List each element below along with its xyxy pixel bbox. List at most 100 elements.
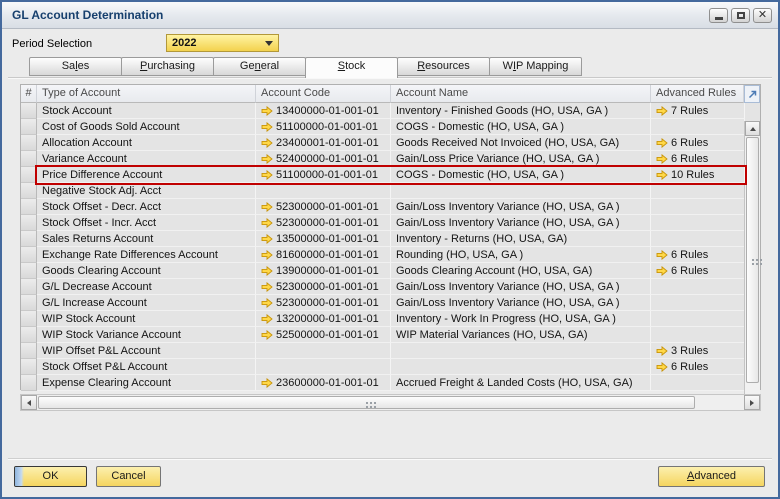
- link-arrow-icon[interactable]: [261, 282, 273, 292]
- account-code-cell[interactable]: 81600000-01-001-01: [256, 247, 391, 263]
- account-code-cell[interactable]: 13400000-01-001-01: [256, 103, 391, 119]
- link-arrow-icon[interactable]: [261, 298, 273, 308]
- link-arrow-icon[interactable]: [261, 266, 273, 276]
- vertical-scrollbar[interactable]: [744, 121, 760, 409]
- account-code-cell[interactable]: [256, 359, 391, 375]
- tab-purchasing[interactable]: Purchasing: [121, 57, 214, 76]
- account-code-cell[interactable]: 13200000-01-001-01: [256, 311, 391, 327]
- vertical-scrollbar-thumb[interactable]: [746, 137, 759, 383]
- link-arrow-icon[interactable]: [261, 154, 273, 164]
- advanced-rules-text: 6 Rules: [671, 153, 708, 165]
- advanced-rules-cell[interactable]: [651, 375, 745, 391]
- link-arrow-icon[interactable]: [656, 346, 668, 356]
- advanced-rules-cell[interactable]: 6 Rules: [651, 247, 745, 263]
- link-arrow-icon[interactable]: [656, 170, 668, 180]
- link-arrow-icon[interactable]: [656, 250, 668, 260]
- advanced-rules-cell[interactable]: 10 Rules: [651, 167, 745, 183]
- advanced-rules-cell[interactable]: 6 Rules: [651, 151, 745, 167]
- account-code-cell[interactable]: 52300000-01-001-01: [256, 295, 391, 311]
- advanced-rules-cell[interactable]: [651, 183, 745, 199]
- link-arrow-icon[interactable]: [656, 106, 668, 116]
- row-selector[interactable]: [21, 215, 37, 231]
- advanced-button[interactable]: Advanced: [658, 466, 765, 487]
- row-selector[interactable]: [21, 327, 37, 343]
- advanced-rules-cell[interactable]: [651, 119, 745, 135]
- account-code-cell[interactable]: [256, 183, 391, 199]
- advanced-rules-cell[interactable]: [651, 199, 745, 215]
- link-arrow-icon[interactable]: [261, 122, 273, 132]
- row-selector[interactable]: [21, 119, 37, 135]
- tab-general[interactable]: General: [213, 57, 306, 76]
- row-selector[interactable]: [21, 263, 37, 279]
- row-selector[interactable]: [21, 135, 37, 151]
- row-selector[interactable]: [21, 311, 37, 327]
- advanced-rules-cell[interactable]: 7 Rules: [651, 103, 745, 119]
- advanced-rules-cell[interactable]: [651, 215, 745, 231]
- account-code-cell[interactable]: [256, 343, 391, 359]
- row-selector[interactable]: [21, 151, 37, 167]
- link-arrow-icon[interactable]: [656, 138, 668, 148]
- expand-grid-button[interactable]: [744, 85, 760, 103]
- account-code-cell[interactable]: 51100000-01-001-01: [256, 119, 391, 135]
- advanced-rules-cell[interactable]: [651, 295, 745, 311]
- advanced-rules-cell[interactable]: [651, 231, 745, 247]
- period-selection-dropdown[interactable]: 2022: [166, 34, 279, 52]
- row-selector[interactable]: [21, 279, 37, 295]
- link-arrow-icon[interactable]: [261, 314, 273, 324]
- row-selector[interactable]: [21, 343, 37, 359]
- advanced-rules-cell[interactable]: 6 Rules: [651, 135, 745, 151]
- maximize-button[interactable]: [731, 8, 750, 23]
- advanced-rules-cell[interactable]: 6 Rules: [651, 263, 745, 279]
- account-code-cell[interactable]: 52300000-01-001-01: [256, 279, 391, 295]
- account-code-cell[interactable]: 52500000-01-001-01: [256, 327, 391, 343]
- link-arrow-icon[interactable]: [656, 266, 668, 276]
- tab-stock[interactable]: Stock: [305, 57, 398, 78]
- link-arrow-icon[interactable]: [261, 202, 273, 212]
- scroll-up-button[interactable]: [745, 121, 760, 136]
- advanced-rules-cell[interactable]: 3 Rules: [651, 343, 745, 359]
- account-code-cell[interactable]: 52300000-01-001-01: [256, 199, 391, 215]
- link-arrow-icon[interactable]: [656, 154, 668, 164]
- advanced-rules-cell[interactable]: [651, 311, 745, 327]
- row-selector[interactable]: [21, 375, 37, 391]
- account-code-cell[interactable]: 52300000-01-001-01: [256, 215, 391, 231]
- tab-wip-mapping[interactable]: WIP Mapping: [489, 57, 582, 76]
- row-selector[interactable]: [21, 199, 37, 215]
- ok-button[interactable]: OK: [14, 466, 87, 487]
- row-selector[interactable]: [21, 103, 37, 119]
- close-button[interactable]: ✕: [753, 8, 772, 23]
- link-arrow-icon[interactable]: [261, 138, 273, 148]
- advanced-rules-cell[interactable]: 6 Rules: [651, 359, 745, 375]
- row-selector[interactable]: [21, 247, 37, 263]
- link-arrow-icon[interactable]: [261, 330, 273, 340]
- account-code-cell[interactable]: 23400001-01-001-01: [256, 135, 391, 151]
- account-code-cell[interactable]: 51100000-01-001-01: [256, 167, 391, 183]
- row-selector[interactable]: [21, 359, 37, 375]
- link-arrow-icon[interactable]: [261, 378, 273, 388]
- tab-sales[interactable]: Sales: [29, 57, 122, 76]
- account-code-cell[interactable]: 13500000-01-001-01: [256, 231, 391, 247]
- row-selector[interactable]: [21, 295, 37, 311]
- account-code-cell[interactable]: 23600000-01-001-01: [256, 375, 391, 391]
- link-arrow-icon[interactable]: [261, 106, 273, 116]
- advanced-rules-cell[interactable]: [651, 279, 745, 295]
- scroll-right-button[interactable]: [744, 395, 760, 410]
- advanced-rules-cell[interactable]: [651, 327, 745, 343]
- link-arrow-icon[interactable]: [656, 362, 668, 372]
- scroll-left-button[interactable]: [21, 395, 37, 410]
- horizontal-scrollbar-thumb[interactable]: [38, 396, 695, 409]
- account-code-cell[interactable]: 13900000-01-001-01: [256, 263, 391, 279]
- link-arrow-icon[interactable]: [261, 170, 273, 180]
- link-arrow-icon[interactable]: [261, 234, 273, 244]
- tab-resources[interactable]: Resources: [397, 57, 490, 76]
- link-arrow-icon[interactable]: [261, 218, 273, 228]
- horizontal-scrollbar[interactable]: [20, 394, 761, 411]
- row-selector[interactable]: [21, 167, 37, 183]
- titlebar[interactable]: GL Account Determination ✕: [2, 2, 778, 29]
- cancel-button[interactable]: Cancel: [96, 466, 161, 487]
- row-selector[interactable]: [21, 183, 37, 199]
- account-code-cell[interactable]: 52400000-01-001-01: [256, 151, 391, 167]
- row-selector[interactable]: [21, 231, 37, 247]
- minimize-button[interactable]: [709, 8, 728, 23]
- link-arrow-icon[interactable]: [261, 250, 273, 260]
